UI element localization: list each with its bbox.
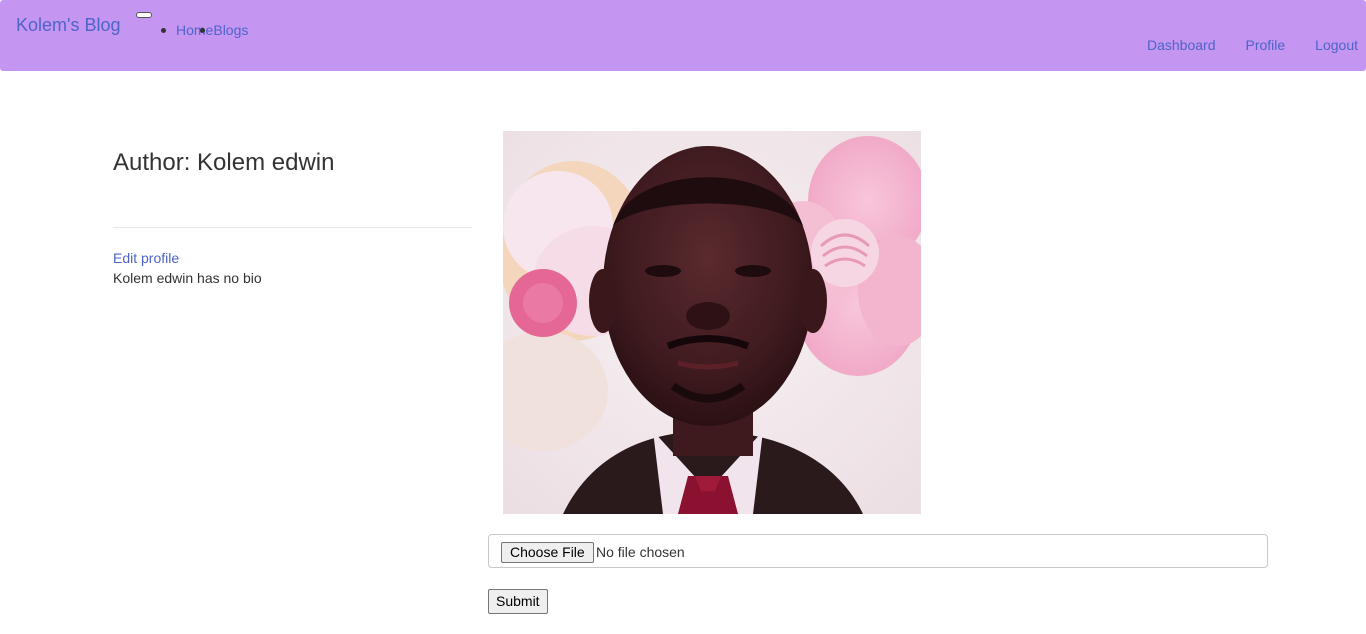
- file-status: No file chosen: [596, 544, 685, 560]
- navbar: Kolem's Blog Home Blogs Dashboard Profil…: [0, 0, 1366, 71]
- nav-link-logout[interactable]: Logout: [1315, 35, 1358, 55]
- brand-link[interactable]: Kolem's Blog: [16, 14, 120, 36]
- nav-item-blogs: Blogs: [200, 20, 248, 40]
- divider: [113, 227, 472, 228]
- navbar-toggler-button[interactable]: [136, 12, 152, 18]
- file-upload-field[interactable]: Choose File No file chosen: [488, 534, 1268, 568]
- choose-file-button[interactable]: Choose File: [501, 542, 594, 563]
- page-title: Author: Kolem edwin: [113, 149, 335, 176]
- main-nav: Home Blogs: [158, 20, 248, 40]
- submit-button[interactable]: Submit: [488, 589, 548, 614]
- profile-photo: [503, 131, 921, 514]
- nav-link-dashboard[interactable]: Dashboard: [1147, 35, 1216, 55]
- edit-profile-link[interactable]: Edit profile: [113, 248, 179, 268]
- nav-link-profile[interactable]: Profile: [1245, 35, 1285, 55]
- nav-right: Dashboard Profile Logout: [1147, 35, 1358, 55]
- bullet-icon: [161, 28, 166, 33]
- nav-item-home: Home: [158, 20, 213, 40]
- nav-link-home[interactable]: Home: [176, 22, 213, 38]
- nav-link-blogs[interactable]: Blogs: [213, 22, 248, 38]
- bio-text: Kolem edwin has no bio: [113, 270, 262, 286]
